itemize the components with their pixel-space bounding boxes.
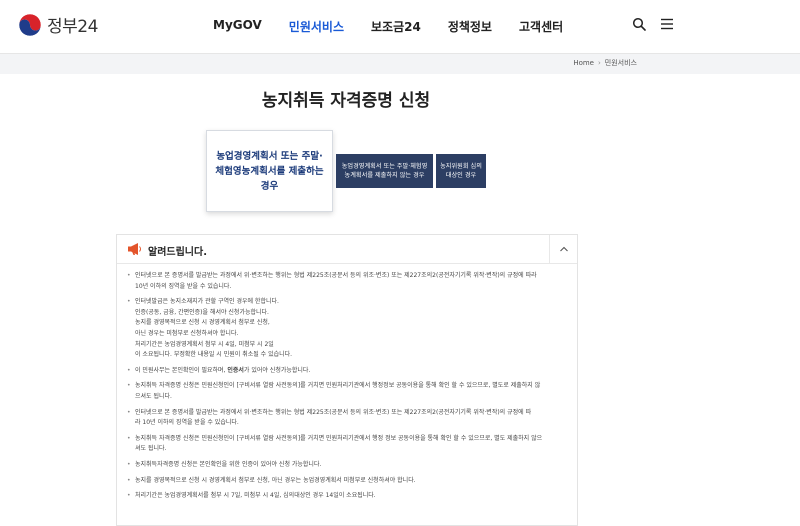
chevron-up-icon (560, 246, 568, 252)
nav-item-policy[interactable]: 정책정보 (448, 18, 492, 35)
search-icon[interactable] (632, 17, 646, 31)
logo-text: 정부24 (47, 17, 98, 37)
breadcrumb-bar: Home › 민원서비스 (0, 54, 800, 74)
notice-item: 인터넷으로 본 증명서를 발급받는 과정에서 위·변조하는 행위는 형법 제22… (117, 271, 577, 292)
notice-item: 인터넷발급은 농지소재지가 관할 구역인 경우에 한합니다. 인증(공동, 금융,… (117, 297, 577, 361)
notice-item: 인터넷으로 본 증명서를 발급받는 과정에서 위·변조하는 행위는 형법 제22… (117, 408, 577, 429)
notice-item: 농지취득 자격증명 신청은 민원신청인이 [구비서류 열람 사전동의]를 거치면… (117, 381, 577, 402)
tab-with-farm-plan[interactable]: 농업경영계획서 또는 주말·체험영농계획서를 제출하는 경우 (206, 130, 333, 212)
megaphone-icon (128, 243, 141, 255)
notice-header: 알려드립니다. (117, 235, 577, 264)
tab-without-farm-plan[interactable]: 농업경영계획서 또는 주말·체험영농계획서를 제출하지 않는 경우 (336, 154, 433, 188)
collapse-toggle[interactable] (549, 235, 578, 263)
notice-item-line: 셔도 됩니다. (135, 445, 167, 453)
breadcrumb-current[interactable]: 민원서비스 (605, 58, 637, 68)
notice-item-line: 인터넷으로 본 증명서를 발급받는 과정에서 위·변조하는 행위는 형법 제22… (135, 408, 532, 416)
main-nav: MyGOV 민원서비스 보조금24 정책정보 고객센터 (213, 18, 563, 35)
notice-item-line: 이 민원사무는 본인확인이 필요하며, 인증서가 있어야 신청가능합니다. (135, 366, 311, 374)
chevron-right-icon: › (597, 59, 601, 67)
notice-item: 농지취득 자격증명 신청은 민원신청인이 [구비서류 열람 사전동의]를 거치면… (117, 434, 577, 455)
notice-item-line: 농지를 경영목적으로 신청 시 경영계획서 첨부로 신청, (135, 319, 270, 327)
site-header: 정부24 MyGOV 민원서비스 보조금24 정책정보 고객센터 (0, 0, 800, 54)
notice-list: 인터넷으로 본 증명서를 발급받는 과정에서 위·변조하는 행위는 형법 제22… (117, 271, 577, 507)
nav-item-subsidy[interactable]: 보조금24 (371, 18, 421, 35)
notice-item: 이 민원사무는 본인확인이 필요하며, 인증서가 있어야 신청가능합니다. (117, 366, 577, 377)
notice-item-line: 처리기간은 농업경영계획서를 첨부 시 7일, 미첨부 시 4일, 심의대상인 … (135, 492, 376, 500)
notice-item-line: 인터넷으로 본 증명서를 발급받는 과정에서 위·변조하는 행위는 형법 제22… (135, 272, 537, 279)
notice-item-line: 농지취득 자격증명 신청은 민원신청인이 [구비서류 열람 사전동의]를 거치면… (135, 382, 541, 390)
breadcrumb-home[interactable]: Home (573, 59, 594, 67)
notice-item: 농지를 경영목적으로 신청 시 경영계획서 첨부로 신청, 아닌 경우는 농업경… (117, 476, 577, 487)
notice-item-line: 라 10년 이하의 징역을 받을 수 있습니다. (135, 419, 239, 427)
notice-item-line: 으셔도 됩니다. (135, 392, 172, 400)
header-icons (632, 17, 674, 31)
taegeuk-logo-icon (18, 13, 42, 36)
nav-item-civil-service[interactable]: 민원서비스 (289, 18, 344, 35)
page-title: 농지취득 자격증명 신청 (261, 91, 431, 111)
tab-committee-review[interactable]: 농지위원회 심의대상인 경우 (436, 154, 486, 188)
notice-item-line: 인증(공동, 금융, 간편인증)을 해서야 신청가능합니다. (135, 308, 269, 316)
notice-item-line: 이 소요됩니다. 부정확한 내용일 시 민원이 취소될 수 있습니다. (135, 351, 293, 359)
breadcrumb: Home › 민원서비스 (573, 58, 637, 68)
notice-item-line: 아닌 경우는 미첨부로 신청하셔야 합니다. (135, 329, 239, 337)
nav-item-mygov[interactable]: MyGOV (213, 18, 262, 35)
notice-item-line: 10년 이하의 징역을 받을 수 있습니다. (135, 282, 232, 290)
notice-panel: 알려드립니다. 인터넷으로 본 증명서를 발급받는 과정에서 위·변조하는 행위… (116, 234, 578, 526)
notice-item-line: 처리기간은 농업경영계획서 첨부 시 4일, 미첨부 시 2일 (135, 340, 274, 348)
notice-item: 처리기간은 농업경영계획서를 첨부 시 7일, 미첨부 시 4일, 심의대상인 … (117, 491, 577, 502)
nav-item-customer-center[interactable]: 고객센터 (519, 18, 563, 35)
notice-item-line: 농지를 경영목적으로 신청 시 경영계획서 첨부로 신청, 아닌 경우는 농업경… (135, 476, 416, 484)
notice-item-line: 농지취득자격증명 신청은 본인확인을 위한 인증이 있어야 신청 가능합니다. (135, 460, 322, 468)
menu-icon[interactable] (660, 17, 674, 31)
notice-item-line: 인터넷발급은 농지소재지가 관할 구역인 경우에 한합니다. (135, 298, 279, 306)
notice-item: 농지취득자격증명 신청은 본인확인을 위한 인증이 있어야 신청 가능합니다. (117, 460, 577, 471)
notice-item-line: 농지취득 자격증명 신청은 민원신청인이 [구비서류 열람 사전동의]를 거치면… (135, 434, 543, 442)
notice-title: 알려드립니다. (148, 247, 207, 258)
site-logo[interactable]: 정부24 (18, 12, 98, 37)
